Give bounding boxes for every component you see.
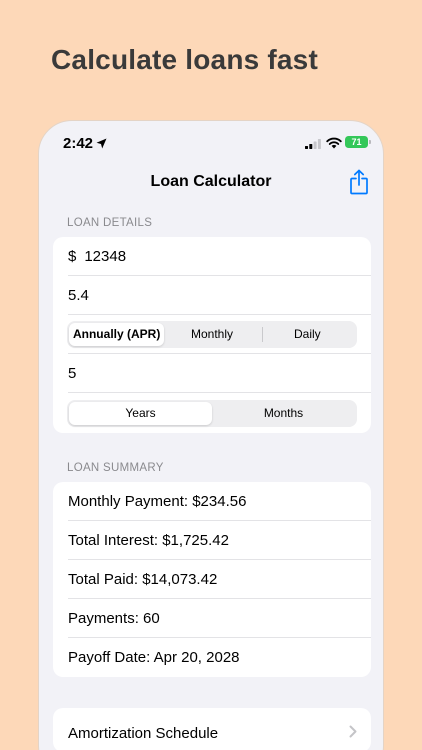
chevron-right-icon <box>349 725 357 738</box>
loan-details-header: LOAN DETAILS <box>67 217 153 229</box>
segment-annually-apr[interactable]: Annually (APR) <box>69 323 165 346</box>
loan-amount-value: 12348 <box>84 248 127 265</box>
amortization-schedule-row[interactable]: Amortization Schedule <box>53 708 371 750</box>
monthly-payment-row: Monthly Payment: $234.56 <box>53 482 371 521</box>
loan-term-value: 5 <box>68 365 77 382</box>
term-unit-row: Years Months <box>53 393 371 433</box>
share-icon[interactable] <box>349 169 369 195</box>
loan-amount-field[interactable]: $ 12348 <box>53 237 371 276</box>
total-paid-row: Total Paid: $14,073.42 <box>53 560 371 599</box>
battery-indicator: 71 <box>345 136 368 148</box>
status-time: 2:42 <box>63 135 94 152</box>
cellular-signal-icon <box>305 139 321 149</box>
interest-rate-value: 5.4 <box>68 287 89 304</box>
segment-daily[interactable]: Daily <box>260 323 355 346</box>
payments-row: Payments: 60 <box>53 599 371 638</box>
nav-title: Loan Calculator <box>150 173 272 190</box>
status-bar: 2:42 71 <box>39 121 383 165</box>
phone-screen: 2:42 71 Loan Calculator LOAN DETAILS $ 1… <box>38 120 384 750</box>
currency-symbol: $ <box>68 248 77 265</box>
segment-monthly[interactable]: Monthly <box>164 323 259 346</box>
rate-period-row: Annually (APR) Monthly Daily <box>53 315 371 354</box>
rate-period-segmented-control: Annually (APR) Monthly Daily <box>67 321 357 348</box>
battery-nub <box>369 140 371 144</box>
loan-summary-header: LOAN SUMMARY <box>67 462 164 474</box>
loan-details-card: $ 12348 5.4 Annually (APR) Monthly Daily… <box>53 237 371 433</box>
amortization-schedule-label: Amortization Schedule <box>68 724 219 742</box>
term-unit-segmented-control: Years Months <box>67 399 357 427</box>
loan-term-field[interactable]: 5 <box>53 354 371 393</box>
payoff-date-row: Payoff Date: Apr 20, 2028 <box>68 649 240 666</box>
location-arrow-icon <box>96 138 107 149</box>
segment-months[interactable]: Months <box>212 402 355 425</box>
interest-rate-field[interactable]: 5.4 <box>53 276 371 315</box>
amortization-card[interactable]: Amortization Schedule <box>53 708 371 750</box>
segment-years[interactable]: Years <box>69 401 212 425</box>
loan-summary-card: Monthly Payment: $234.56 Total Interest:… <box>53 482 371 677</box>
headline: Calculate loans fast <box>51 44 318 75</box>
wifi-icon <box>326 137 342 149</box>
total-interest-row: Total Interest: $1,725.42 <box>53 521 371 560</box>
